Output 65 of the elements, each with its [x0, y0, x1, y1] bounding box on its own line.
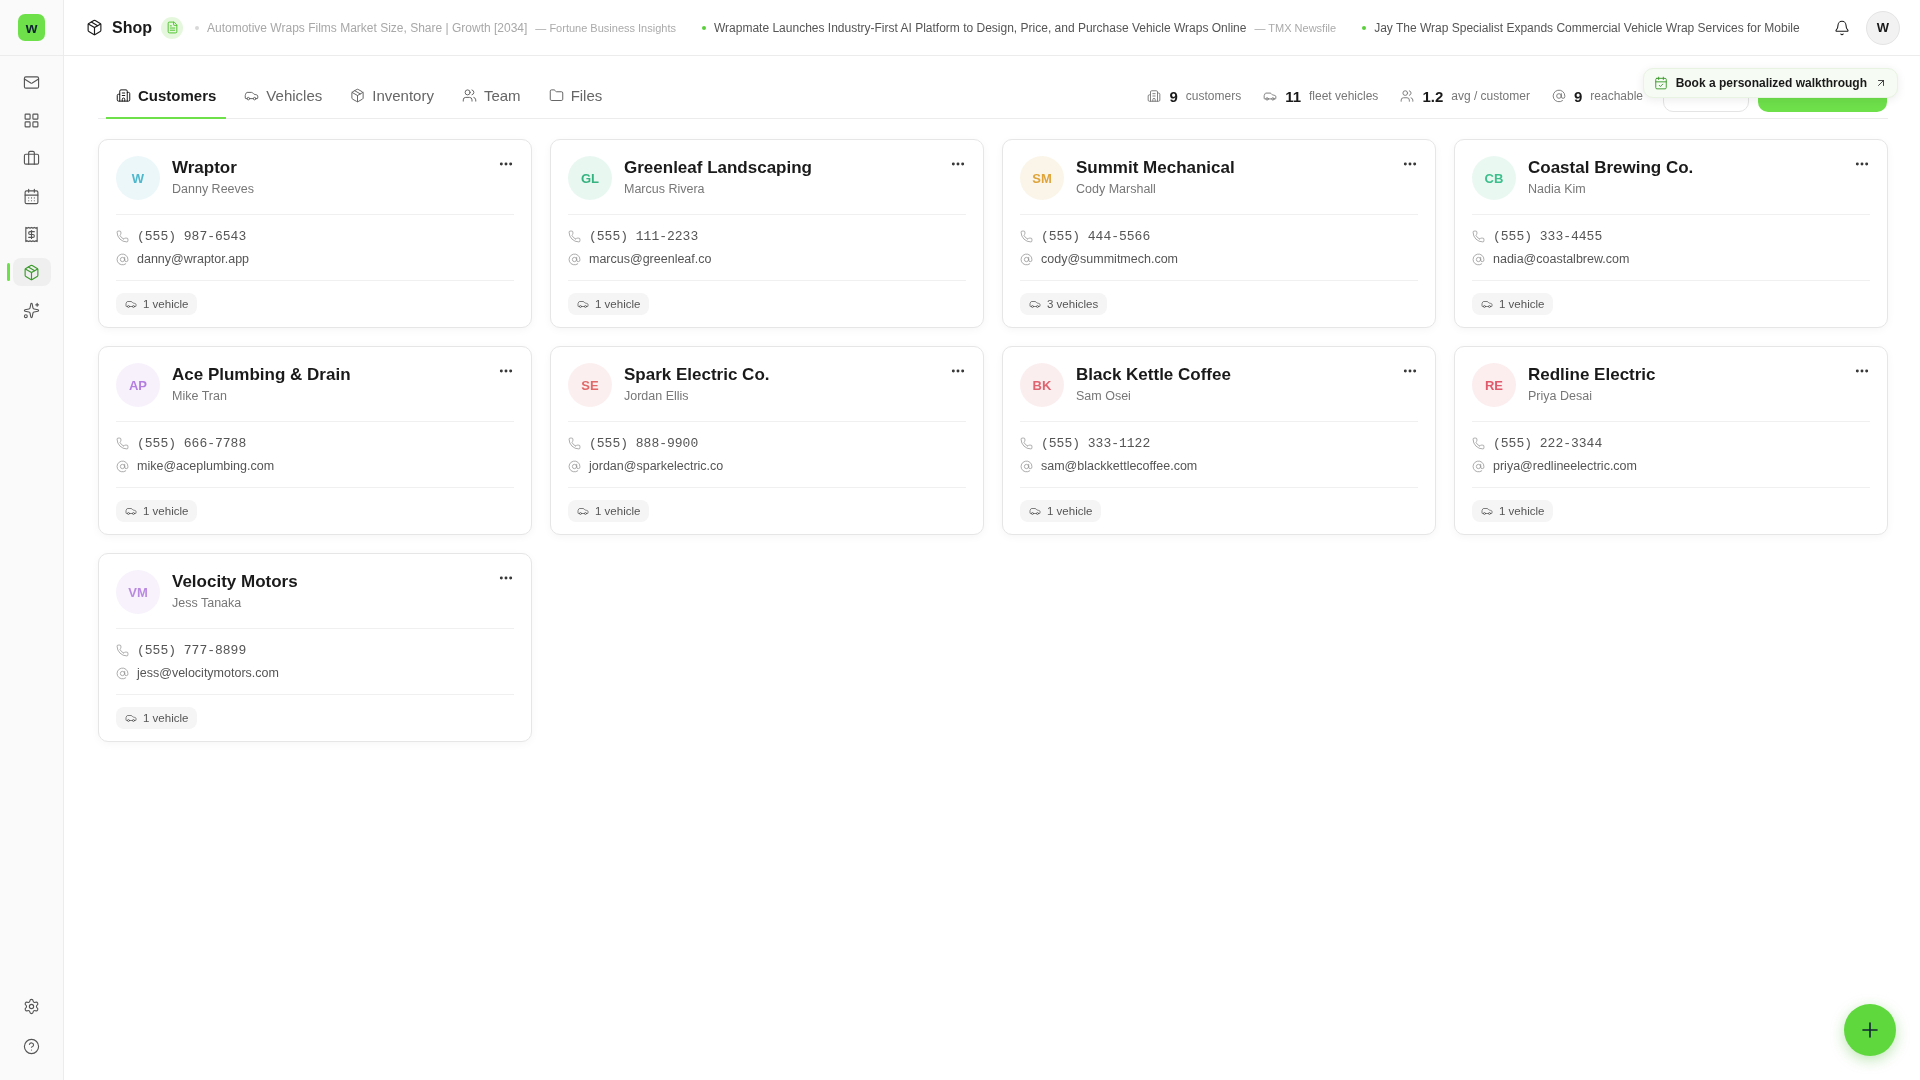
vehicle-count-chip: 1 vehicle — [568, 293, 650, 315]
email-address: priya@redlineelectric.com — [1493, 459, 1637, 473]
phone-number: (555) 666-7788 — [137, 436, 247, 451]
email-address: jess@velocitymotors.com — [137, 666, 279, 680]
contact-name: Jess Tanaka — [172, 596, 243, 610]
vehicle-count-chip: 1 vehicle — [116, 293, 198, 315]
stat-value: 11 — [1285, 87, 1301, 105]
email-address: nadia@coastalbrew.com — [1493, 252, 1630, 266]
phone-number: (555) 333-1122 — [1041, 436, 1151, 451]
customer-avatar: BK — [1020, 363, 1064, 407]
stat-value: 9 — [1169, 87, 1178, 105]
email-address: sam@blackkettlecoffee.com — [1041, 459, 1198, 473]
email-address: danny@wraptor.app — [137, 252, 250, 266]
news-source: — Fortune Business Insights — [535, 21, 676, 34]
customer-avatar: W — [116, 156, 160, 200]
stat-value: 1.2 — [1422, 87, 1444, 105]
customer-name: Ace Plumbing & Drain — [172, 365, 352, 385]
phone-number: (555) 777-8899 — [137, 643, 247, 658]
phone-number: (555) 222-3344 — [1493, 436, 1603, 451]
email-address: marcus@greenleaf.co — [589, 252, 712, 266]
customer-name: Wraptor — [172, 158, 238, 178]
phone-number: (555) 888-9900 — [589, 436, 699, 451]
customer-avatar: VM — [116, 570, 160, 614]
news-source: — TMX Newsfile — [1254, 21, 1337, 34]
vehicle-count-chip: 1 vehicle — [116, 707, 198, 729]
email-address: mike@aceplumbing.com — [137, 459, 275, 473]
vehicle-count-chip: 1 vehicle — [568, 500, 650, 522]
customer-name: Redline Electric — [1528, 365, 1657, 385]
phone-number: (555) 111-2233 — [589, 229, 699, 244]
contact-name: Cody Marshall — [1076, 182, 1157, 196]
vehicle-count-chip: 1 vehicle — [1020, 500, 1102, 522]
customer-name: Summit Mechanical — [1076, 158, 1236, 178]
stat-label: reachable — [1590, 89, 1643, 103]
page-title: Shop — [112, 18, 152, 37]
customer-avatar: GL — [568, 156, 612, 200]
vehicle-count-chip: 3 vehicles — [1020, 293, 1108, 315]
customer-avatar: RE — [1472, 363, 1516, 407]
contact-name: Marcus Rivera — [624, 182, 706, 196]
customer-avatar: AP — [116, 363, 160, 407]
vehicle-count-chip: 1 vehicle — [1472, 500, 1554, 522]
phone-number: (555) 333-4455 — [1493, 229, 1603, 244]
customer-avatar: SM — [1020, 156, 1064, 200]
contact-name: Mike Tran — [172, 389, 228, 403]
customer-name: Velocity Motors — [172, 572, 299, 592]
contact-name: Nadia Kim — [1528, 182, 1587, 196]
contact-name: Danny Reeves — [172, 182, 255, 196]
customer-avatar: SE — [568, 363, 612, 407]
customer-name: Greenleaf Landscaping — [624, 158, 813, 178]
email-address: jordan@sparkelectric.co — [589, 459, 724, 473]
vehicle-count-chip: 1 vehicle — [116, 500, 198, 522]
stat-label: avg / customer — [1451, 89, 1530, 103]
email-address: cody@summitmech.com — [1041, 252, 1179, 266]
customer-name: Spark Electric Co. — [624, 365, 771, 385]
contact-name: Jordan Ellis — [624, 389, 690, 403]
stat-value: 9 — [1573, 87, 1583, 105]
customer-name: Coastal Brewing Co. — [1528, 158, 1695, 178]
phone-number: (555) 987-6543 — [137, 229, 247, 244]
customer-avatar: CB — [1472, 156, 1516, 200]
contact-name: Priya Desai — [1528, 389, 1593, 403]
customer-name: Black Kettle Coffee — [1076, 365, 1232, 385]
vehicle-count-chip: 1 vehicle — [1472, 293, 1554, 315]
phone-number: (555) 444-5566 — [1041, 229, 1151, 244]
stat-label: fleet vehicles — [1309, 89, 1379, 103]
contact-name: Sam Osei — [1076, 389, 1132, 403]
stat-label: customers — [1185, 89, 1242, 103]
